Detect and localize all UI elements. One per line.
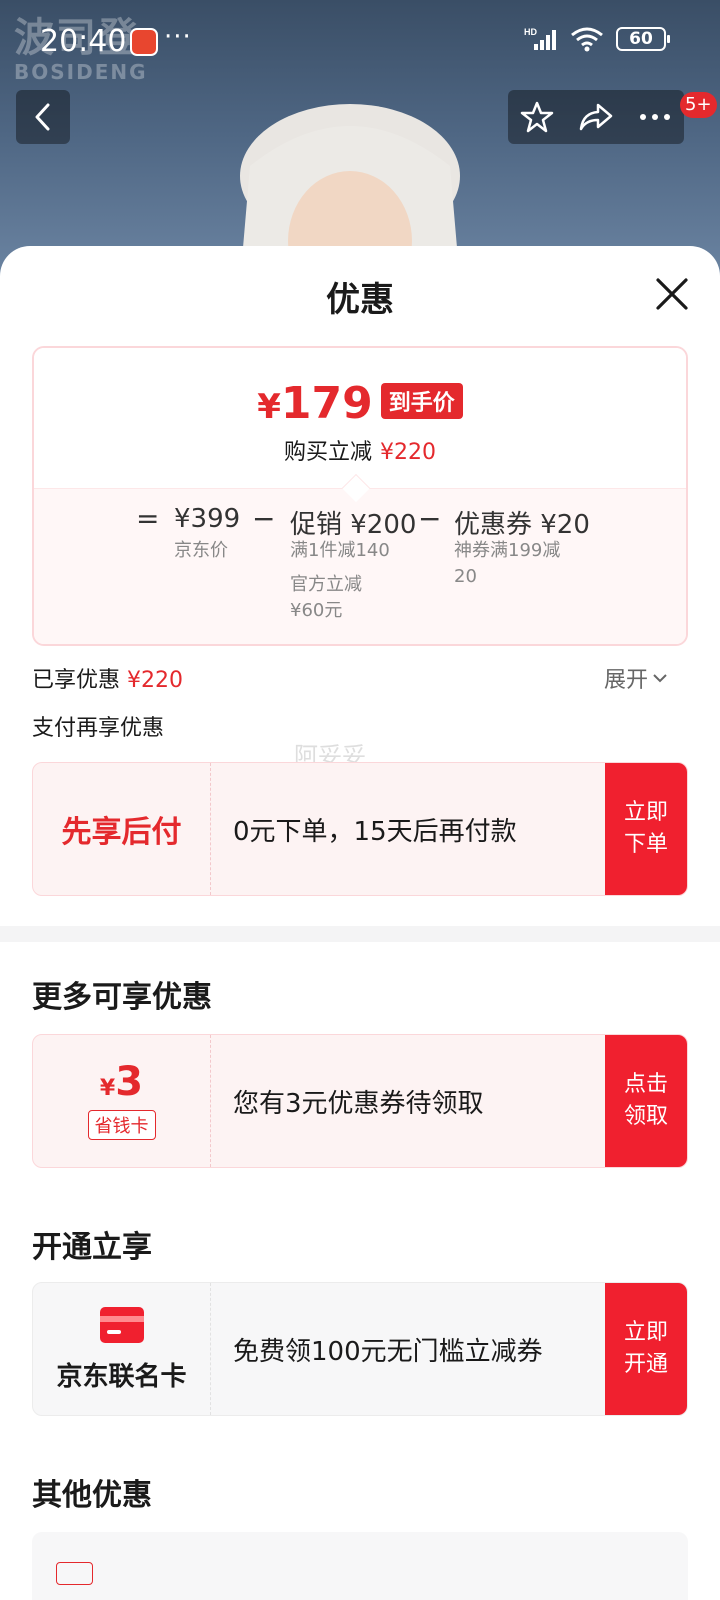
minus-sign: − bbox=[418, 502, 442, 535]
saver-card-tag: 省钱卡 bbox=[87, 1110, 156, 1140]
order-now-button[interactable]: 立即 下单 bbox=[605, 763, 687, 895]
chevron-down-icon bbox=[653, 674, 667, 683]
chevron-left-icon bbox=[35, 103, 50, 131]
section-divider bbox=[0, 926, 720, 942]
sheet-title: 优惠 bbox=[326, 280, 394, 320]
expand-label: 展开 bbox=[604, 668, 649, 693]
open-card-button[interactable]: 立即 开通 bbox=[605, 1283, 687, 1415]
pay-later-desc: 0元下单，15天后再付款 bbox=[233, 816, 517, 847]
enjoyed-discount: 已享优惠 ¥220 bbox=[32, 668, 184, 693]
final-price-tag: 到手价 bbox=[380, 383, 463, 419]
jd-credit-card-offer[interactable]: 京东联名卡 免费领100元无门槛立减券 立即 开通 bbox=[32, 1282, 688, 1416]
jd-card-desc: 免费领100元无门槛立减券 bbox=[233, 1336, 543, 1367]
coupon-sub-2: 20 bbox=[454, 566, 477, 587]
more-discounts-title: 更多可享优惠 bbox=[32, 980, 212, 1015]
favorite-star-icon[interactable] bbox=[520, 100, 554, 134]
more-icon[interactable] bbox=[638, 112, 672, 122]
promo-price: 促销 ¥200 bbox=[290, 510, 417, 540]
coupon-sub-1: 神券满199减 bbox=[454, 540, 561, 561]
message-count-badge: 5+ bbox=[680, 92, 717, 118]
promo-sub-1: 满1件减140 bbox=[290, 540, 390, 561]
battery-icon: 60 bbox=[616, 27, 670, 51]
signal-icon: HD bbox=[524, 27, 556, 50]
status-time: 20:40 bbox=[40, 24, 127, 59]
base-price: ¥399 bbox=[174, 504, 241, 534]
share-icon[interactable] bbox=[578, 102, 614, 132]
svg-text:HD: HD bbox=[524, 27, 537, 37]
saver-card-coupon[interactable]: ¥3 省钱卡 您有3元优惠券待领取 点击 领取 bbox=[32, 1034, 688, 1168]
coupon-price: 优惠券 ¥20 bbox=[454, 510, 590, 540]
back-button[interactable] bbox=[16, 90, 70, 144]
close-icon[interactable] bbox=[650, 272, 694, 316]
pay-later-title: 先享后付 bbox=[61, 815, 182, 850]
credit-card-icon bbox=[99, 1306, 144, 1343]
equals-sign: = bbox=[136, 502, 160, 535]
promo-sub-3: ¥60元 bbox=[290, 600, 343, 621]
coupon-amount: ¥3 bbox=[99, 1059, 144, 1105]
promo-sub-2: 官方立减 bbox=[290, 574, 362, 595]
other-discounts-title: 其他优惠 bbox=[32, 1478, 152, 1513]
total-reduction: 购买立减 ¥220 bbox=[283, 440, 436, 465]
other-discount-tag bbox=[56, 1562, 93, 1585]
pay-more-label: 支付再享优惠 bbox=[32, 716, 165, 741]
jd-card-name: 京东联名卡 bbox=[56, 1361, 187, 1392]
app-notification-icon bbox=[130, 28, 158, 56]
wifi-icon bbox=[571, 27, 603, 52]
minus-sign: − bbox=[252, 502, 276, 535]
open-benefits-title: 开通立享 bbox=[32, 1230, 152, 1265]
pay-later-card[interactable]: 先享后付 0元下单，15天后再付款 立即 下单 bbox=[32, 762, 688, 896]
expand-button[interactable]: 展开 bbox=[604, 662, 668, 694]
status-bar: 20:40 ··· HD 60 bbox=[0, 0, 720, 82]
nav-actions bbox=[508, 90, 684, 144]
claim-coupon-button[interactable]: 点击 领取 bbox=[605, 1035, 687, 1167]
price-breakdown-card: ¥179 到手价 购买立减 ¥220 = ¥399 京东价 − 促销 ¥200 满1… bbox=[32, 346, 688, 646]
other-discount-item[interactable] bbox=[32, 1532, 688, 1600]
discount-sheet: 优惠 ¥179 到手价 购买立减 ¥220 = ¥399 京东价 − 促销 ¥200… bbox=[0, 246, 720, 1600]
base-price-label: 京东价 bbox=[174, 540, 228, 561]
status-more-icon: ··· bbox=[164, 22, 192, 52]
saver-card-desc: 您有3元优惠券待领取 bbox=[233, 1088, 484, 1119]
final-price: ¥179 到手价 bbox=[34, 378, 686, 429]
